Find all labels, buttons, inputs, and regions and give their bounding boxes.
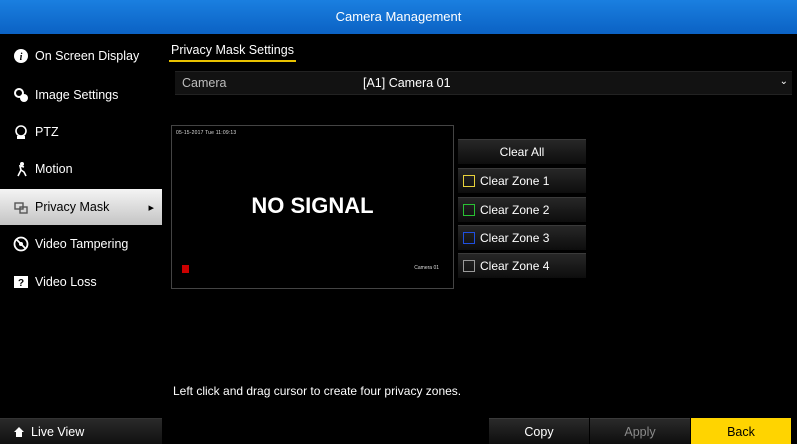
video-loss-icon: ? (13, 274, 29, 290)
ptz-icon (13, 124, 29, 140)
camera-label: Camera (182, 76, 227, 90)
clear-zone-label: Clear Zone 1 (480, 174, 550, 188)
privacy-mask-icon (13, 199, 29, 215)
tab-privacy-mask-settings[interactable]: Privacy Mask Settings (169, 40, 296, 62)
sidebar-item-label: Privacy Mask (35, 200, 110, 214)
apply-button[interactable]: Apply (590, 418, 690, 444)
sidebar-item-video-loss[interactable]: ? Video Loss (0, 264, 162, 300)
info-icon: i (13, 48, 29, 64)
video-preview[interactable]: 05-15-2017 Tue 11:09:13 NO SIGNAL Camera… (171, 125, 454, 289)
live-view-label: Live View (31, 424, 85, 439)
zone-1-color-icon (463, 175, 475, 187)
sidebar-item-privacy-mask[interactable]: Privacy Mask ▸ (0, 189, 162, 225)
zone-4-color-icon (463, 260, 475, 272)
clear-zone-1-button[interactable]: Clear Zone 1 (458, 168, 586, 193)
svg-text:i: i (20, 52, 23, 63)
clear-zone-3-button[interactable]: Clear Zone 3 (458, 225, 586, 250)
camera-select[interactable]: [A1] Camera 01 ⌄ (363, 76, 788, 90)
sidebar: i On Screen Display Image Settings PTZ M… (0, 34, 162, 444)
instruction-text: Left click and drag cursor to create fou… (173, 384, 462, 398)
sidebar-item-on-screen-display[interactable]: i On Screen Display (0, 38, 162, 74)
clear-zone-2-button[interactable]: Clear Zone 2 (458, 197, 586, 222)
zone-2-color-icon (463, 204, 475, 216)
clear-zone-label: Clear Zone 3 (480, 231, 550, 245)
sidebar-item-image-settings[interactable]: Image Settings (0, 77, 162, 113)
preview-camera-name: Camera 01 (414, 265, 439, 271)
sidebar-item-ptz[interactable]: PTZ (0, 114, 162, 150)
copy-button[interactable]: Copy (489, 418, 589, 444)
live-view-button[interactable]: Live View (0, 418, 162, 444)
sidebar-item-label: Video Tampering (35, 237, 129, 251)
svg-text:?: ? (18, 278, 24, 289)
camera-row: Camera [A1] Camera 01 ⌄ (175, 71, 792, 95)
sidebar-item-label: On Screen Display (35, 49, 140, 63)
sidebar-item-motion[interactable]: Motion (0, 151, 162, 187)
sidebar-item-label: Image Settings (35, 88, 119, 102)
clear-all-button[interactable]: Clear All (458, 139, 586, 164)
preview-timestamp: 05-15-2017 Tue 11:09:13 (176, 130, 237, 136)
image-settings-icon (13, 87, 29, 103)
back-button[interactable]: Back (691, 418, 791, 444)
clear-zone-label: Clear Zone 4 (480, 259, 550, 273)
camera-select-value: [A1] Camera 01 (363, 76, 451, 90)
no-signal-message: NO SIGNAL (251, 193, 374, 218)
chevron-down-icon: ⌄ (779, 76, 788, 87)
record-indicator-icon (182, 265, 189, 273)
window-title: Camera Management (0, 0, 797, 34)
chevron-right-icon: ▸ (148, 201, 154, 214)
video-tampering-icon (13, 236, 29, 252)
sidebar-item-video-tampering[interactable]: Video Tampering (0, 226, 162, 262)
clear-zone-4-button[interactable]: Clear Zone 4 (458, 253, 586, 278)
zone-3-color-icon (463, 232, 475, 244)
home-icon (13, 426, 25, 438)
motion-icon (13, 161, 29, 177)
sidebar-item-label: Video Loss (35, 275, 97, 289)
sidebar-item-label: Motion (35, 162, 73, 176)
clear-zone-label: Clear Zone 2 (480, 203, 550, 217)
sidebar-item-label: PTZ (35, 125, 59, 139)
